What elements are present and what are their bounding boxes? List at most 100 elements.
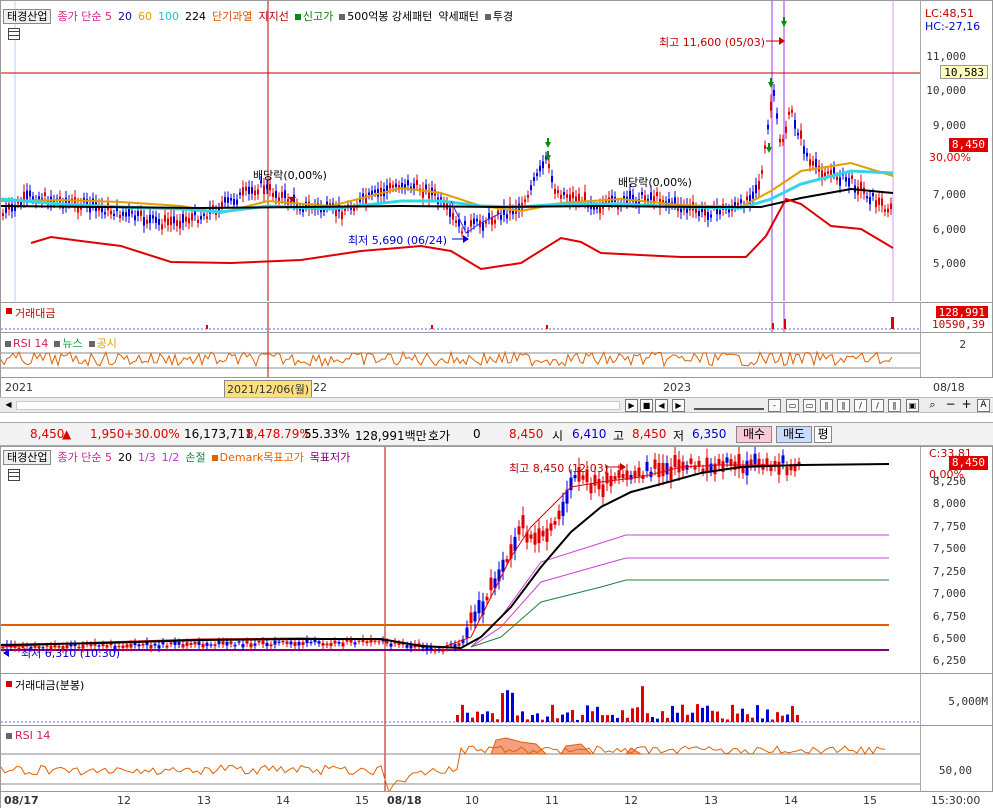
candle-body [441,649,445,652]
demark-high-item[interactable]: Demark목표고가 [211,449,304,465]
grid-icon[interactable] [8,469,20,481]
line-icon[interactable]: ∕ [854,399,867,412]
candle-body [385,641,389,644]
stop-icon[interactable]: ■ [640,399,653,412]
ma20-label[interactable]: 20 [118,10,132,23]
auto-icon[interactable]: A [977,399,990,412]
envelope-label[interactable]: 단기과열 [212,8,252,24]
candle-body [269,644,273,647]
bars-icon[interactable]: ∥ [837,399,850,412]
stop-loss-label[interactable]: 손절 [185,449,205,465]
search-icon[interactable]: ⌕ [926,399,939,412]
fib-12-label[interactable]: 1/2 [162,451,180,464]
line-icon[interactable]: ∕ [871,399,884,412]
ma100-label[interactable]: 100 [158,10,179,23]
volume-tag: 10590,39 [929,318,988,332]
candle-body [333,640,337,644]
candle-body [500,215,502,220]
x-label: 08/17 [4,794,39,807]
trans-item[interactable]: 투경 [484,8,513,24]
low-annotation: 최저 6,310 (10:30) [21,647,121,660]
x-label: 10 [465,794,479,807]
candle-body [253,643,257,646]
bottom-price-chart[interactable] [1,447,922,673]
candle-body [746,196,748,201]
zoom-out-icon[interactable]: - [768,399,781,412]
candle-body [125,212,127,217]
candle-body [629,190,631,200]
y-label: 5,000M [948,695,988,708]
top-price-chart[interactable] [1,1,922,301]
zoom-slider[interactable] [694,401,764,410]
eval-button[interactable]: 평 [814,426,832,443]
quote-info-bar: 8,450 ▲ 1,950 +30.00% 16,173,711 8,478.7… [0,422,993,446]
ma-label[interactable]: 종가 단순 5 [57,8,111,24]
rsi-item[interactable]: RSI 14 [5,337,48,350]
ma224-label[interactable]: 224 [185,10,206,23]
demark-low-label[interactable]: 목표저가 [310,449,350,465]
candle-body [815,159,817,168]
candle-body [581,475,585,480]
candle-body [233,644,237,647]
pattern-item[interactable]: 500억봉 강세패턴 [339,8,432,24]
minus-icon[interactable]: − [944,398,957,412]
plus-icon[interactable]: + [960,398,973,412]
play-icon[interactable]: ▶ [625,399,638,412]
ma20-label[interactable]: 20 [118,451,132,464]
grid-icon[interactable] [8,28,20,40]
candle-body [152,215,154,219]
ma60-label[interactable]: 60 [138,10,152,23]
candle-body [153,643,157,646]
candle-body [584,192,586,202]
candle-body [200,216,202,220]
candle-body [341,211,343,220]
chart-type-icon[interactable]: ▭ [786,399,799,412]
stock-name-chip[interactable]: 태경산업 [3,449,52,465]
chart-type-icon[interactable]: ▭ [803,399,816,412]
y-label: 7,500 [932,542,966,555]
volume-bar [731,704,734,722]
new-high-item[interactable]: 신고가 [294,8,333,24]
bars-icon[interactable]: ∥ [888,399,901,412]
candle-body [241,644,245,648]
candle-body [457,643,461,646]
bottom-rsi-line [1,726,922,792]
candle-body [373,640,377,642]
candle-body [165,645,169,648]
buy-button[interactable]: 매수 [736,426,772,443]
ma-label[interactable]: 종가 단순 5 [57,449,111,465]
candle-body [779,139,781,143]
candle-body [533,532,537,545]
first-icon[interactable]: ◀ [655,399,668,412]
sell-button[interactable]: 매도 [776,426,812,443]
candle-body [548,163,550,169]
candle-body [452,213,454,220]
y-label: 7,750 [932,520,966,533]
x-label: 12 [117,794,131,807]
horizontal-scrollbar[interactable] [16,401,620,410]
rsi-legend: RSI 14 뉴스 공시 [5,335,117,351]
news-item[interactable]: 뉴스 [54,335,83,351]
last-icon[interactable]: ▶ [672,399,685,412]
candle-body [349,639,353,643]
stock-name-chip[interactable]: 태경산업 [3,8,52,24]
volume: 16,173,711 [184,427,253,441]
notice-item[interactable]: 공시 [88,335,117,351]
scroll-left-icon[interactable]: ◀ [2,399,15,412]
volume-bar [686,714,689,722]
low-price: 6,350 [692,427,727,441]
candle-body [374,189,376,193]
weak-pattern-label[interactable]: 약세패턴 [438,8,478,24]
current-price: 8,450 [30,427,65,441]
settings-icon[interactable]: ▣ [906,399,919,412]
support-label[interactable]: 지지선 [258,8,288,24]
volume-bar [526,719,529,722]
candle-body [273,640,277,645]
y-label: 7,000 [932,587,966,600]
candle-body [554,188,556,194]
candle-body [242,187,244,196]
bars-icon[interactable]: ∥ [820,399,833,412]
fib-13-label[interactable]: 1/3 [138,451,156,464]
candle-body [395,183,397,188]
volume-bar [666,717,669,722]
